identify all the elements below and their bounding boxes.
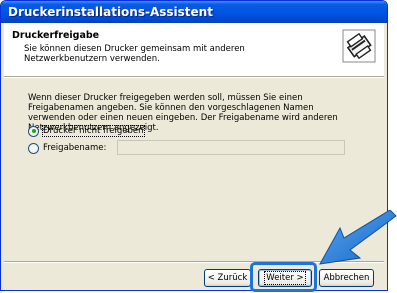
- printer-share-icon: [342, 29, 376, 63]
- option-no-share[interactable]: Drucker nicht freigeben: [28, 124, 145, 138]
- title-bar[interactable]: Druckerinstallations-Assistent: [1, 1, 387, 23]
- radio-no-share[interactable]: [28, 125, 39, 137]
- cancel-button[interactable]: Abbrechen: [319, 269, 374, 287]
- radio-share-name[interactable]: [28, 142, 39, 154]
- option-share-name[interactable]: Freigabename:: [28, 141, 106, 155]
- radio-no-share-label[interactable]: Drucker nicht freigeben: [42, 125, 145, 137]
- back-button[interactable]: < Zurück: [204, 269, 251, 287]
- radio-share-name-label[interactable]: Freigabename:: [43, 143, 106, 153]
- header-divider: [4, 76, 384, 78]
- wizard-header: Druckerfreigabe Sie können diesen Drucke…: [4, 23, 384, 76]
- window-title: Druckerinstallations-Assistent: [8, 5, 213, 19]
- share-name-input[interactable]: [117, 140, 345, 155]
- pointer-arrow-icon: [319, 210, 397, 265]
- back-button-label: < Zurück: [207, 273, 248, 283]
- next-button-highlight: [250, 262, 317, 292]
- page-subtitle: Sie können diesen Drucker gemeinsam mit …: [24, 44, 245, 64]
- cancel-button-label: Abbrechen: [323, 273, 370, 283]
- page-title: Druckerfreigabe: [12, 30, 100, 41]
